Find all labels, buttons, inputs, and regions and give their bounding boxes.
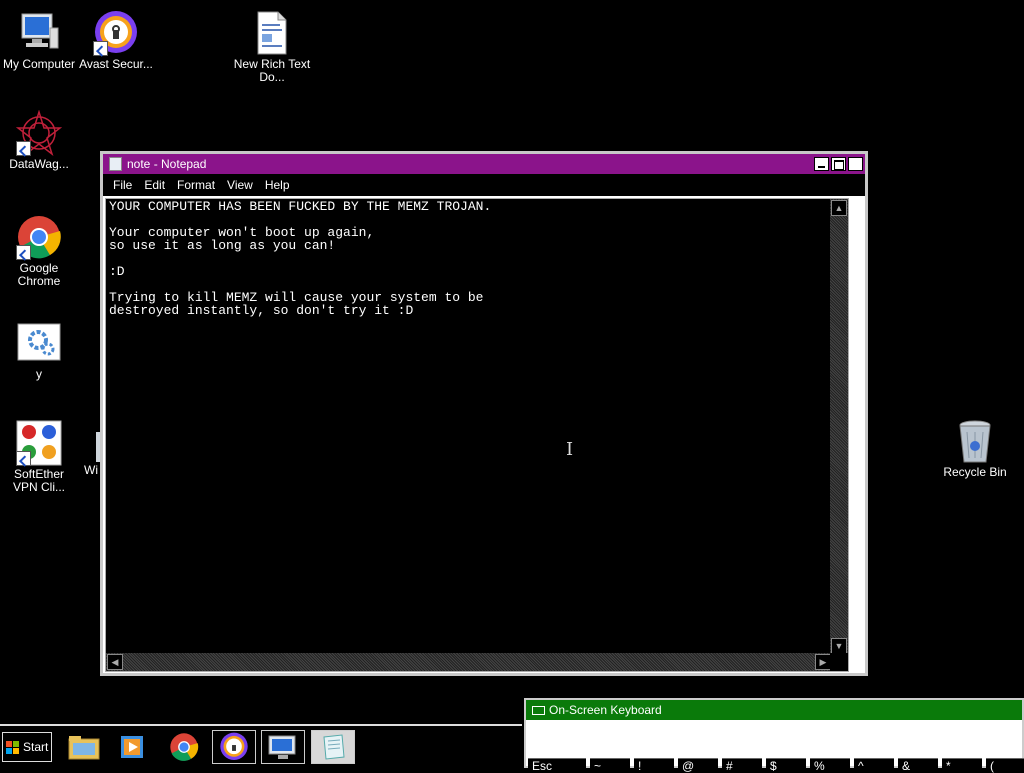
osk-title: On-Screen Keyboard bbox=[549, 703, 662, 717]
shortcut-arrow-icon bbox=[93, 41, 108, 56]
close-button[interactable]: ✕ bbox=[848, 157, 863, 171]
avast-icon bbox=[93, 10, 139, 56]
key-hash[interactable]: # bbox=[722, 758, 762, 773]
taskbar-remote-desktop[interactable] bbox=[261, 730, 305, 764]
document-text[interactable]: YOUR COMPUTER HAS BEEN FUCKED BY THE MEM… bbox=[109, 200, 491, 317]
recycle-bin-icon bbox=[952, 418, 998, 464]
taskbar: Start bbox=[0, 724, 522, 768]
desktop-icon-avast[interactable]: Avast Secur... bbox=[77, 10, 155, 71]
my-computer-icon bbox=[16, 10, 62, 56]
taskbar-avast[interactable] bbox=[212, 730, 256, 764]
key-at[interactable]: @ bbox=[678, 758, 718, 773]
key-percent[interactable]: % bbox=[810, 758, 850, 773]
rich-text-document-icon bbox=[249, 10, 295, 56]
menu-file[interactable]: File bbox=[107, 178, 138, 192]
shortcut-arrow-icon bbox=[16, 451, 31, 466]
menu-help[interactable]: Help bbox=[259, 178, 296, 192]
desktop-icon-y[interactable]: y bbox=[0, 320, 78, 381]
shortcut-arrow-icon bbox=[16, 141, 31, 156]
scroll-down-button[interactable]: ▼ bbox=[831, 638, 847, 654]
vertical-scrollbar[interactable]: ▲ ▼ bbox=[830, 199, 848, 655]
start-label: Start bbox=[23, 740, 49, 754]
menu-bar: File Edit Format View Help bbox=[103, 174, 865, 196]
media-player-icon bbox=[121, 736, 143, 758]
window-title: note - Notepad bbox=[127, 157, 207, 171]
key-ampersand[interactable]: & bbox=[898, 758, 938, 773]
scroll-right-button[interactable]: ▶ bbox=[815, 654, 831, 670]
taskbar-media-player[interactable] bbox=[110, 730, 154, 764]
icon-label: Avast Secur... bbox=[79, 57, 153, 71]
maximize-button[interactable] bbox=[831, 157, 846, 171]
icon-label: Recycle Bin bbox=[943, 465, 1007, 479]
desktop-icon-google-chrome[interactable]: Google Chrome bbox=[0, 214, 78, 288]
scroll-left-button[interactable]: ◀ bbox=[107, 654, 123, 670]
taskbar-chrome[interactable] bbox=[162, 730, 206, 764]
osk-title-bar[interactable]: On-Screen Keyboard bbox=[526, 700, 1022, 720]
resize-grip[interactable] bbox=[830, 653, 848, 671]
softether-vpn-icon bbox=[16, 420, 62, 466]
icon-label: New Rich Text Do... bbox=[233, 57, 311, 84]
menu-format[interactable]: Format bbox=[171, 178, 221, 192]
minimize-button[interactable] bbox=[814, 157, 829, 171]
text-editor[interactable]: YOUR COMPUTER HAS BEEN FUCKED BY THE MEM… bbox=[105, 198, 849, 672]
desktop-icon-recycle-bin[interactable]: Recycle Bin bbox=[936, 418, 1014, 479]
key-exclamation[interactable]: ! bbox=[634, 758, 674, 773]
file-explorer-icon bbox=[68, 736, 100, 760]
on-screen-keyboard-window[interactable]: On-Screen Keyboard Esc ~ ! @ # $ % ^ & *… bbox=[524, 698, 1024, 773]
menu-view[interactable]: View bbox=[221, 178, 259, 192]
chrome-icon bbox=[16, 214, 62, 260]
datawag-icon bbox=[15, 109, 63, 157]
settings-gear-icon bbox=[16, 320, 62, 366]
icon-label: SoftEther VPN Cli... bbox=[12, 467, 65, 494]
desktop-icon-datawag[interactable]: DataWag... bbox=[0, 109, 78, 171]
notepad-icon bbox=[323, 734, 345, 760]
taskbar-file-explorer[interactable] bbox=[62, 730, 106, 764]
key-dollar[interactable]: $ bbox=[766, 758, 806, 773]
shortcut-arrow-icon bbox=[16, 245, 31, 260]
text-cursor-icon: I bbox=[566, 439, 574, 460]
keyboard-icon bbox=[532, 705, 545, 715]
taskbar-notepad[interactable] bbox=[311, 730, 355, 764]
remote-desktop-icon bbox=[268, 735, 296, 759]
chrome-icon bbox=[170, 733, 199, 761]
key-paren[interactable]: ( bbox=[986, 758, 1024, 773]
title-bar[interactable]: note - Notepad ✕ bbox=[103, 154, 865, 174]
osk-key-row: Esc ~ ! @ # $ % ^ & * ( bbox=[528, 758, 1024, 773]
icon-label: Google Chrome bbox=[17, 261, 61, 288]
icon-label: DataWag... bbox=[9, 157, 69, 171]
key-caret[interactable]: ^ bbox=[854, 758, 894, 773]
icon-label: My Computer bbox=[2, 57, 76, 71]
icon-label: Wi bbox=[84, 463, 98, 477]
key-asterisk[interactable]: * bbox=[942, 758, 982, 773]
scroll-up-button[interactable]: ▲ bbox=[831, 200, 847, 216]
key-tilde[interactable]: ~ bbox=[590, 758, 630, 773]
start-button[interactable]: Start bbox=[2, 732, 52, 762]
horizontal-scrollbar[interactable]: ◀ ▶ bbox=[106, 653, 832, 671]
windows-logo-icon bbox=[6, 740, 19, 754]
desktop-icon-rich-text[interactable]: New Rich Text Do... bbox=[233, 10, 311, 84]
desktop-icon-wi[interactable]: Wi bbox=[74, 432, 106, 477]
menu-edit[interactable]: Edit bbox=[138, 178, 171, 192]
desktop-icon-my-computer[interactable]: My Computer bbox=[0, 10, 78, 71]
notepad-window[interactable]: note - Notepad ✕ File Edit Format View H… bbox=[100, 151, 868, 676]
desktop-icon-softether[interactable]: SoftEther VPN Cli... bbox=[0, 420, 78, 494]
icon-label: y bbox=[36, 367, 42, 381]
key-esc[interactable]: Esc bbox=[528, 758, 586, 773]
notepad-app-icon bbox=[109, 157, 122, 171]
avast-icon bbox=[220, 732, 248, 761]
